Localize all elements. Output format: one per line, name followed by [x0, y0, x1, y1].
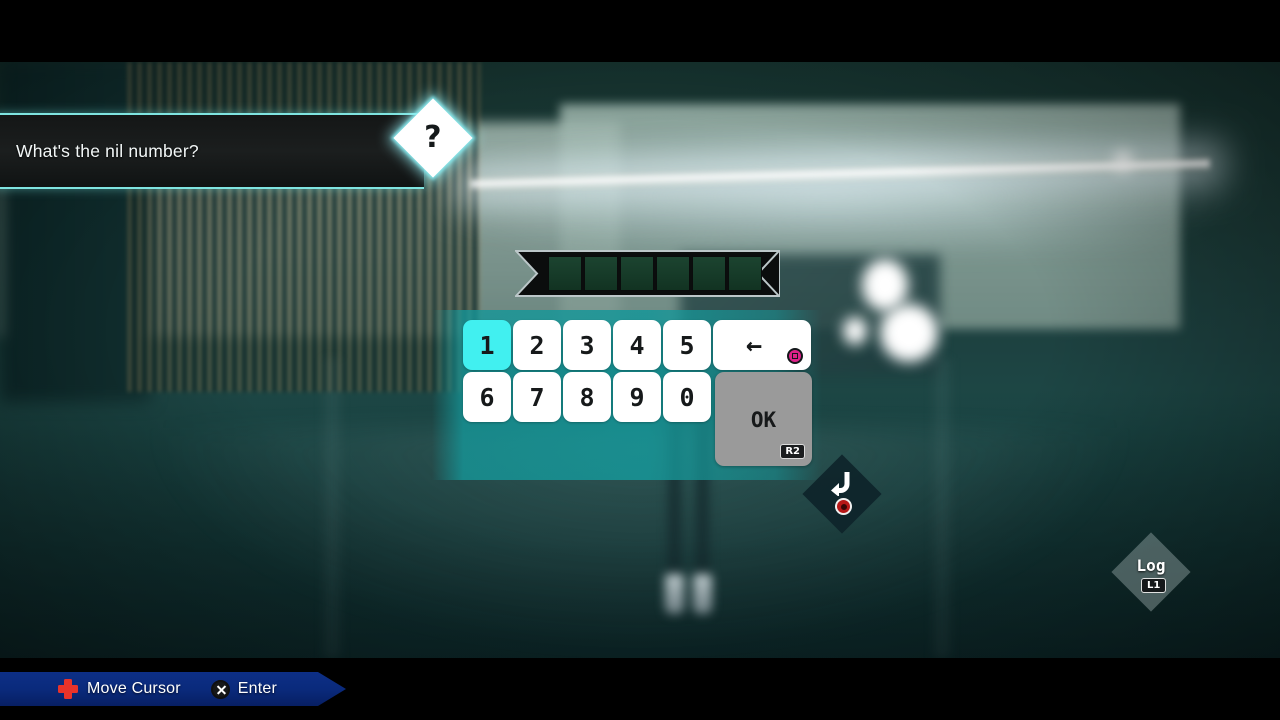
answer-slots: [548, 256, 762, 291]
answer-slot[interactable]: [656, 256, 690, 291]
log-button-label: Log: [1136, 556, 1166, 575]
ok-button[interactable]: OK R2: [715, 372, 812, 466]
key-2[interactable]: 2: [513, 320, 561, 370]
ok-button-badge: R2: [780, 444, 805, 459]
log-button-badge: L1: [1141, 578, 1167, 593]
game-screen: What's the nil number? ? 1 2 3 4 5 ← 6 7…: [0, 0, 1280, 720]
key-6[interactable]: 6: [463, 372, 511, 422]
answer-slot[interactable]: [548, 256, 582, 291]
control-hint-bar: Move Cursor Enter: [0, 672, 346, 706]
answer-slot[interactable]: [584, 256, 618, 291]
dpad-icon: [58, 679, 78, 699]
bokeh-light-ceiling: [1114, 150, 1132, 172]
answer-input-bar: [515, 250, 780, 297]
key-0[interactable]: 0: [663, 372, 711, 422]
back-button[interactable]: [802, 454, 882, 534]
key-7[interactable]: 7: [513, 372, 561, 422]
cross-button-icon: [210, 679, 230, 699]
key-5[interactable]: 5: [663, 320, 711, 370]
hint-move-cursor: Move Cursor: [0, 679, 181, 699]
backspace-arrow-icon: ←: [745, 329, 763, 361]
key-1[interactable]: 1: [463, 320, 511, 370]
bokeh-light-large: [862, 259, 908, 311]
key-9[interactable]: 9: [613, 372, 661, 422]
answer-slot[interactable]: [620, 256, 654, 291]
question-mark-icon: ?: [424, 120, 442, 155]
key-8[interactable]: 8: [563, 372, 611, 422]
hint-enter: Enter: [181, 679, 278, 699]
ok-button-label: OK: [750, 408, 777, 432]
dialogue-box: What's the nil number?: [0, 113, 424, 189]
hint-enter-label: Enter: [237, 680, 278, 697]
key-3[interactable]: 3: [563, 320, 611, 370]
answer-slot[interactable]: [728, 256, 762, 291]
letterbox-top: [0, 0, 1280, 62]
return-arrow-icon: [808, 462, 876, 502]
log-button[interactable]: Log L1: [1111, 532, 1191, 612]
circle-button-icon: [835, 498, 852, 515]
keypad-row-1: 1 2 3 4 5 ←: [463, 320, 811, 370]
hint-move-cursor-label: Move Cursor: [87, 680, 181, 697]
dialogue-text: What's the nil number?: [16, 140, 199, 161]
backspace-key[interactable]: ←: [713, 320, 811, 370]
square-button-icon: [787, 348, 803, 364]
bokeh-light-medium: [880, 304, 938, 362]
key-4[interactable]: 4: [613, 320, 661, 370]
answer-slot[interactable]: [692, 256, 726, 291]
bokeh-light-small: [843, 317, 867, 345]
